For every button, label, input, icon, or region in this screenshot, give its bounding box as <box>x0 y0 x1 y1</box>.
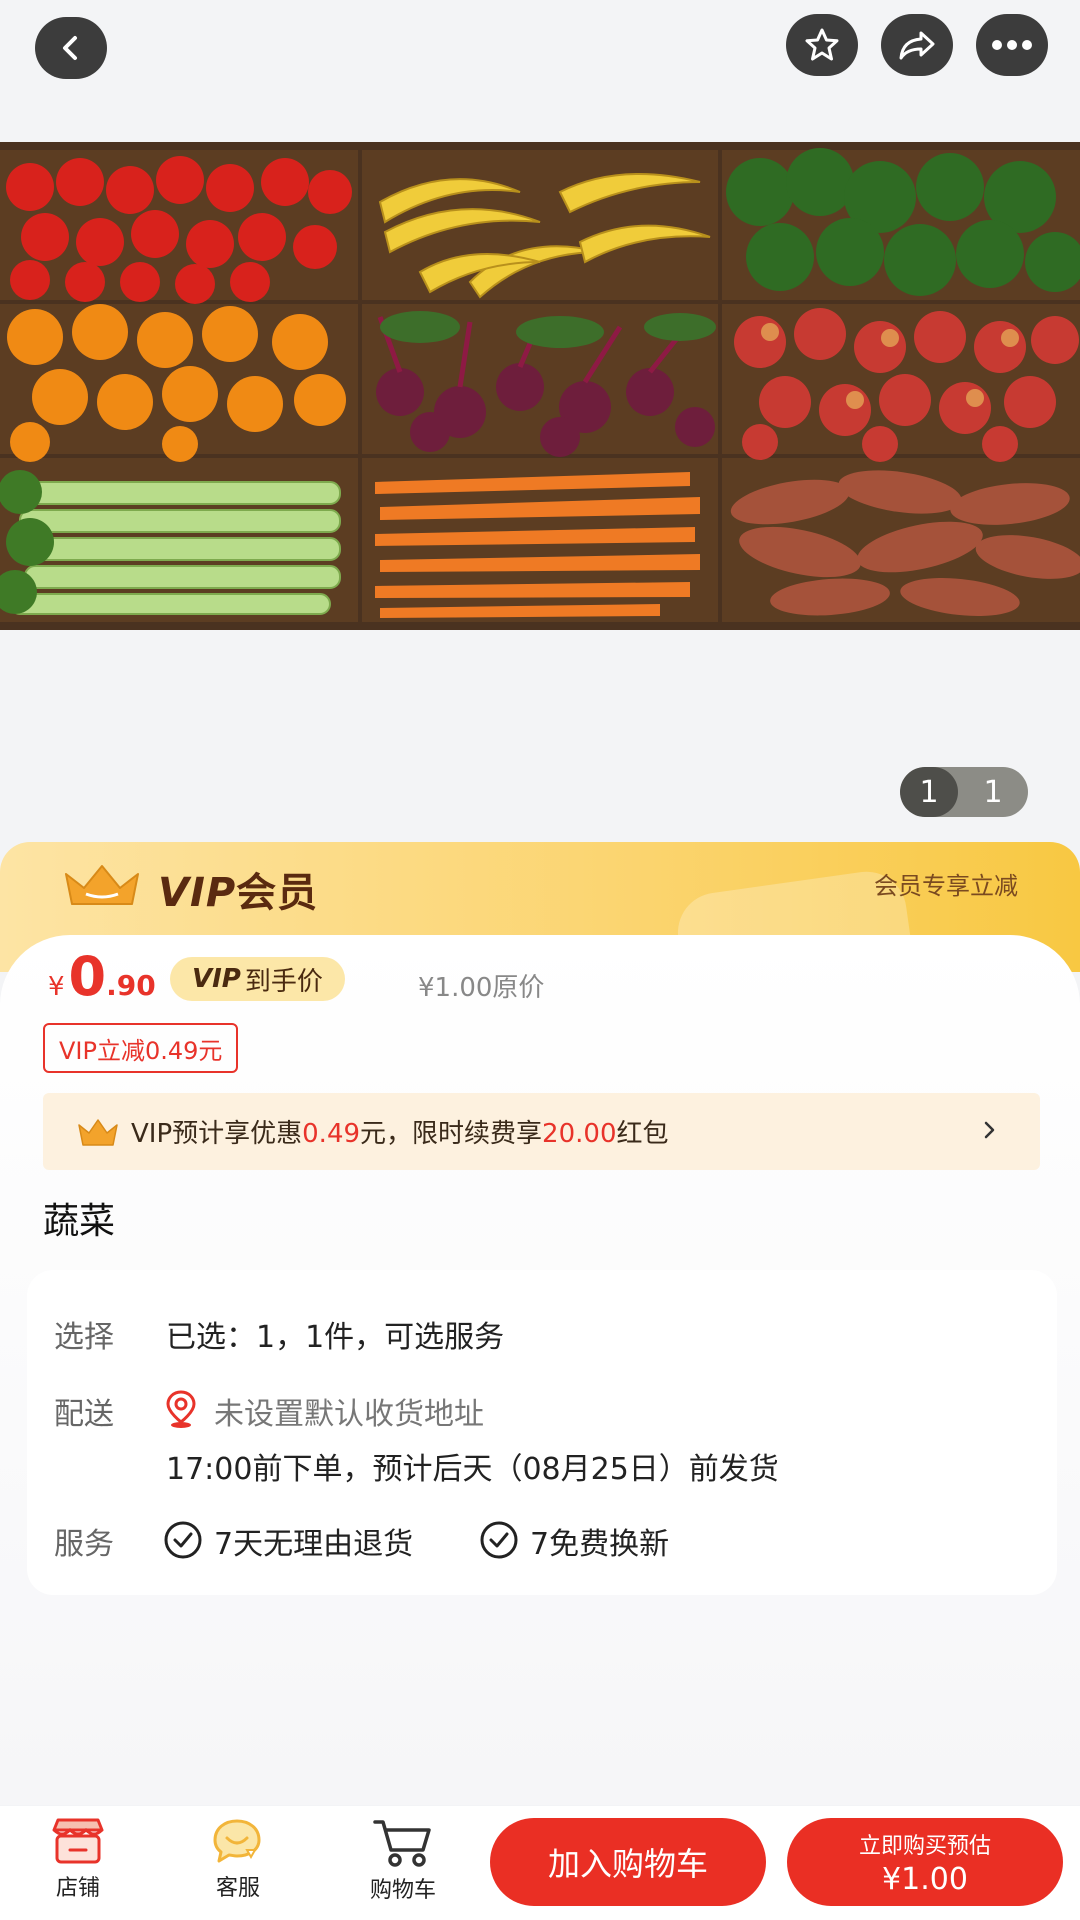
check-circle-icon <box>479 1520 519 1560</box>
back-button[interactable] <box>35 17 107 79</box>
vegetable-crates-illustration <box>0 142 1080 630</box>
select-label: 选择 <box>54 1320 114 1355</box>
vip-promo-banner[interactable]: VIP预计享优惠0.49元，限时续费享20.00红包 <box>43 1093 1040 1170</box>
cart-icon <box>373 1820 431 1867</box>
service-label: 服务 <box>54 1527 114 1562</box>
price-decimal: .90 <box>106 969 156 1002</box>
select-value[interactable]: 已选：1，1件，可选服务 <box>166 1312 504 1356</box>
promo-text: VIP预计享优惠0.49元，限时续费享20.00红包 <box>131 1113 669 1150</box>
chevron-left-icon <box>63 36 77 60</box>
share-button[interactable] <box>881 14 953 76</box>
promo-post: 红包 <box>616 1119 669 1149</box>
currency-symbol: ¥ <box>48 972 65 1002</box>
service-return: 7天无理由退货 <box>214 1527 414 1562</box>
tab-shop-label: 店铺 <box>55 1876 100 1901</box>
promo-mid: 元，限时续费享 <box>360 1119 543 1149</box>
favorite-button[interactable] <box>786 14 858 76</box>
chat-service-icon <box>213 1819 261 1863</box>
vip-discount-tag: VIP立减0.49元 <box>43 1023 239 1073</box>
vip-pill-text: 到手价 <box>244 966 323 997</box>
tab-service-label: 客服 <box>215 1876 260 1901</box>
location-pin-icon <box>163 1389 199 1429</box>
share-arrow-icon <box>899 31 935 60</box>
vip-title-cn: 会员 <box>236 870 319 916</box>
crown-icon <box>65 865 139 905</box>
product-image[interactable] <box>0 142 1080 630</box>
buy-now-label: 立即购买预估 <box>858 1833 991 1859</box>
vip-title: VIP会员 <box>158 860 318 918</box>
buy-now-price: ¥1.00 <box>882 1861 968 1897</box>
delivery-label: 配送 <box>54 1397 114 1432</box>
delivery-eta: 17:00前下单，预计后天（08月25日）前发货 <box>166 1452 779 1487</box>
star-icon <box>805 28 839 61</box>
pager-current: 1 <box>900 767 958 817</box>
product-title: 蔬菜 <box>43 1201 116 1242</box>
vip-right-text: 会员专享立减 <box>874 872 1018 900</box>
promo-pre: VIP预计享优惠 <box>131 1119 303 1149</box>
promo-amount-2: 20.00 <box>542 1119 617 1149</box>
tab-customer-service[interactable]: 客服 <box>178 1816 298 1912</box>
vip-title-latin: VIP <box>158 870 237 916</box>
buy-now-button[interactable]: 立即购买预估 ¥1.00 <box>787 1818 1063 1906</box>
more-options-button[interactable] <box>976 14 1048 76</box>
tab-cart[interactable]: 购物车 <box>343 1816 463 1912</box>
tab-cart-label: 购物车 <box>369 1878 436 1903</box>
price-integer: 0 <box>68 945 107 1008</box>
tab-shop[interactable]: 店铺 <box>18 1816 138 1912</box>
vip-pill-latin: VIP <box>192 964 241 994</box>
add-to-cart-button[interactable]: 加入购物车 <box>490 1818 766 1906</box>
chevron-right-icon <box>984 1121 995 1139</box>
service-exchange: 7免费换新 <box>530 1527 670 1562</box>
more-dots-icon <box>992 40 1032 50</box>
store-icon <box>52 1818 104 1864</box>
vip-price: ¥ 0 .90 <box>48 945 156 1008</box>
crown-small-icon <box>77 1117 119 1147</box>
vip-price-pill: VIP 到手价 <box>170 957 345 1001</box>
original-price: ¥1.00原价 <box>418 973 545 1003</box>
check-circle-icon <box>163 1520 203 1560</box>
image-pager: 1 1 <box>900 767 1028 817</box>
promo-amount-1: 0.49 <box>302 1119 361 1149</box>
pager-total: 1 <box>983 774 1003 810</box>
delivery-address[interactable]: 未设置默认收货地址 <box>214 1389 484 1433</box>
